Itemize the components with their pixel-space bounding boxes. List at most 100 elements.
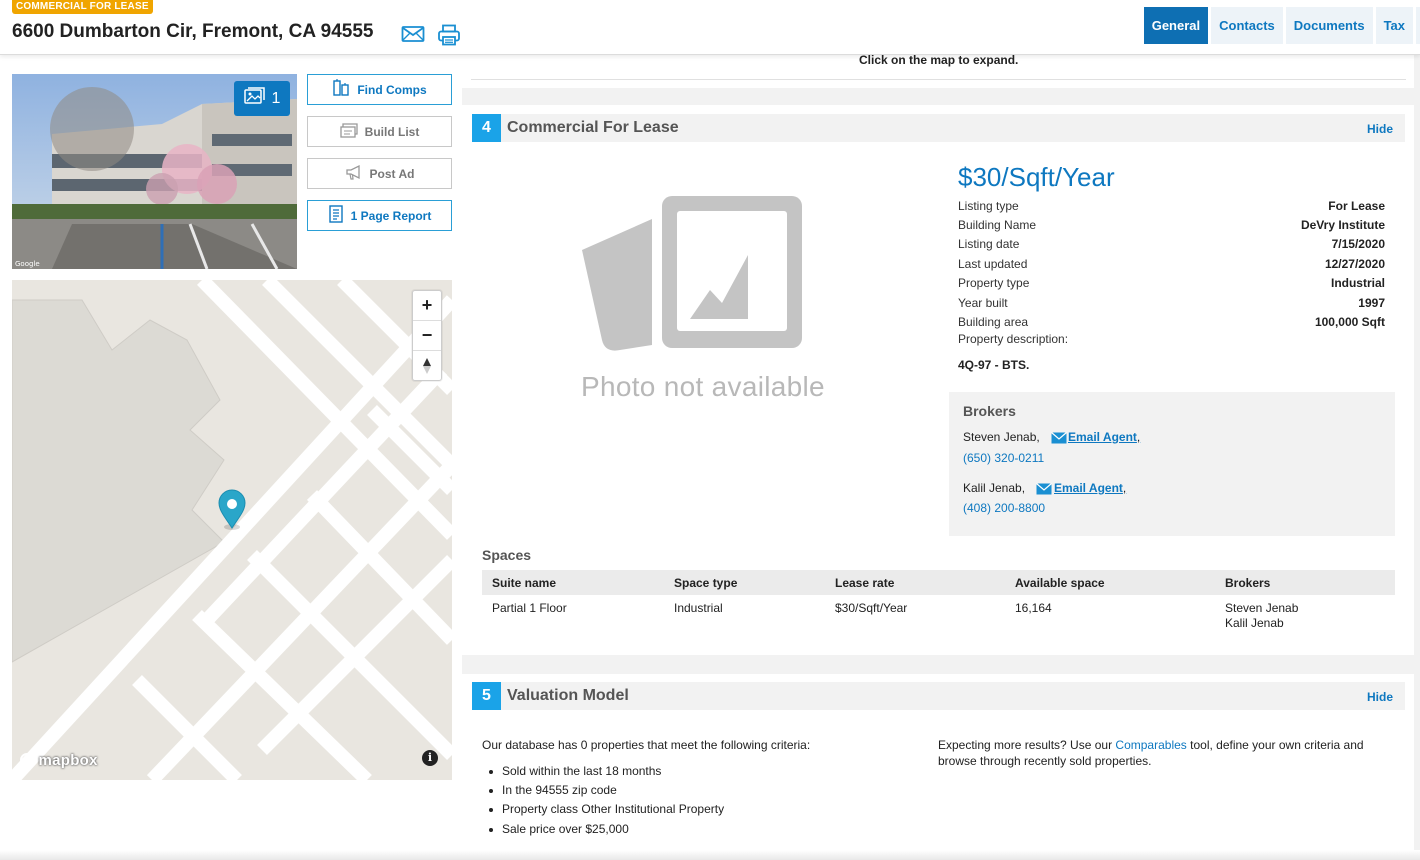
detail-label: Listing date bbox=[958, 237, 1020, 251]
note-text: Expecting more results? Use our bbox=[938, 738, 1116, 752]
email-agent-link[interactable]: Email Agent, bbox=[1068, 430, 1140, 444]
section-tabs: General Contacts Documents Tax bbox=[1141, 7, 1420, 44]
document-icon bbox=[328, 205, 344, 226]
cell-broker-name: Kalil Jenab bbox=[1225, 616, 1284, 630]
tab-documents[interactable]: Documents bbox=[1285, 7, 1373, 44]
photo-gallery-badge[interactable]: 1 bbox=[234, 81, 290, 116]
compass-icon[interactable] bbox=[413, 351, 441, 381]
detail-row-listing-date: Listing date 7/15/2020 bbox=[958, 237, 1385, 251]
column-header: Lease rate bbox=[835, 576, 895, 590]
mapbox-label: mapbox bbox=[38, 752, 98, 769]
property-map[interactable] bbox=[12, 280, 452, 780]
column-header: Brokers bbox=[1225, 576, 1271, 590]
email-icon bbox=[1051, 431, 1067, 449]
section-number: 4 bbox=[472, 114, 501, 142]
find-comps-label: Find Comps bbox=[357, 82, 427, 97]
detail-value: 100,000 Sqft bbox=[1314, 315, 1385, 329]
brokers-title: Brokers bbox=[963, 403, 1016, 419]
build-list-label: Build List bbox=[364, 124, 420, 139]
detail-label: Building area bbox=[958, 315, 1029, 329]
list-item: Property class Other Institutional Prope… bbox=[488, 802, 725, 816]
map-expand-note: Click on the map to expand. bbox=[859, 53, 1019, 67]
comparables-link[interactable]: Comparables bbox=[1115, 738, 1186, 752]
cell-space-type: Industrial bbox=[674, 601, 723, 615]
cell-broker-name: Steven Jenab bbox=[1225, 601, 1299, 615]
mapbox-logo-icon bbox=[20, 752, 38, 769]
printer-icon[interactable] bbox=[437, 24, 461, 51]
detail-row-last-updated: Last updated 12/27/2020 bbox=[958, 257, 1385, 271]
email-agent-separator: , bbox=[1136, 430, 1141, 444]
photo-placeholder-icon bbox=[580, 195, 805, 360]
post-ad-label: Post Ad bbox=[369, 166, 415, 181]
list-item: In the 94555 zip code bbox=[489, 783, 617, 797]
tab-overflow-edge bbox=[1416, 7, 1420, 44]
email-agent-label: Email Agent bbox=[1068, 430, 1137, 444]
cell-suite: Partial 1 Floor bbox=[492, 601, 567, 615]
map-info-icon[interactable]: i bbox=[422, 750, 438, 766]
post-ad-button[interactable]: Post Ad bbox=[307, 158, 452, 189]
comps-icon bbox=[332, 79, 350, 100]
column-header: Space type bbox=[674, 576, 738, 590]
tab-contacts[interactable]: Contacts bbox=[1211, 7, 1283, 44]
mapbox-attribution[interactable]: mapbox bbox=[20, 752, 98, 769]
bottom-shadow bbox=[0, 850, 1420, 860]
list-item: Sold within the last 18 months bbox=[488, 764, 662, 778]
detail-row-listing-type: Listing type For Lease bbox=[958, 199, 1385, 213]
detail-label: Listing type bbox=[958, 199, 1019, 213]
detail-label: Property description: bbox=[958, 332, 1069, 346]
cell-available-space: 16,164 bbox=[1015, 601, 1052, 615]
email-agent-link[interactable]: Email Agent, bbox=[1054, 481, 1126, 495]
detail-label: Building Name bbox=[958, 218, 1037, 232]
valuation-note: Expecting more results? Use our Comparab… bbox=[938, 737, 1388, 769]
email-agent-separator: , bbox=[1122, 481, 1127, 495]
detail-value: DeVry Institute bbox=[1300, 218, 1385, 232]
list-item: Sale price over $25,000 bbox=[489, 822, 629, 836]
detail-row-property-type: Property type Industrial bbox=[958, 276, 1385, 290]
gallery-icon bbox=[243, 87, 266, 110]
tab-tax[interactable]: Tax bbox=[1375, 7, 1413, 44]
valuation-intro: Our database has 0 properties that meet … bbox=[482, 738, 811, 752]
broker-name: Steven Jenab, bbox=[963, 430, 1040, 444]
detail-value: Industrial bbox=[1330, 276, 1385, 290]
zoom-in-button[interactable]: + bbox=[413, 291, 441, 321]
map-controls: + − bbox=[412, 290, 442, 381]
photo-count: 1 bbox=[271, 89, 281, 107]
detail-label: Last updated bbox=[958, 257, 1028, 271]
list-icon bbox=[340, 122, 358, 141]
detail-row-building-name: Building Name DeVry Institute bbox=[958, 218, 1385, 232]
detail-value: 12/27/2020 bbox=[1324, 257, 1385, 271]
lease-price: $30/Sqft/Year bbox=[958, 162, 1115, 192]
property-address: 6600 Dumbarton Cir, Fremont, CA 94555 bbox=[12, 21, 374, 42]
megaphone-icon bbox=[345, 164, 363, 183]
envelope-icon[interactable] bbox=[401, 24, 425, 49]
detail-label: Property type bbox=[958, 276, 1030, 290]
hide-valuation-link[interactable]: Hide bbox=[1367, 690, 1393, 704]
spaces-title: Spaces bbox=[482, 547, 532, 563]
detail-row-description-label: Property description: bbox=[958, 332, 1385, 346]
email-icon bbox=[1036, 482, 1052, 500]
detail-row-building-area: Building area 100,000 Sqft bbox=[958, 315, 1385, 329]
broker-phone-link[interactable]: (408) 200-8800 bbox=[963, 501, 1045, 515]
detail-value: 1997 bbox=[1358, 296, 1385, 310]
section-title: Commercial For Lease bbox=[507, 119, 679, 136]
page-report-label: 1 Page Report bbox=[350, 208, 432, 223]
detail-row-year-built: Year built 1997 bbox=[958, 296, 1385, 310]
section-number: 5 bbox=[472, 682, 501, 710]
page-header: COMMERCIAL FOR LEASE 6600 Dumbarton Cir,… bbox=[0, 0, 1420, 55]
email-agent-label: Email Agent bbox=[1054, 481, 1123, 495]
cell-lease-rate: $30/Sqft/Year bbox=[835, 601, 908, 615]
photo-not-available-text: Photo not available bbox=[581, 371, 825, 402]
column-header: Available space bbox=[1015, 576, 1105, 590]
find-comps-button[interactable]: Find Comps bbox=[307, 74, 452, 105]
property-description: 4Q-97 - BTS. bbox=[958, 358, 1030, 372]
detail-label: Year built bbox=[958, 296, 1008, 310]
broker-phone-link[interactable]: (650) 320-0211 bbox=[963, 451, 1044, 465]
tab-general[interactable]: General bbox=[1143, 7, 1209, 44]
build-list-button[interactable]: Build List bbox=[307, 116, 452, 147]
hide-lease-link[interactable]: Hide bbox=[1367, 122, 1393, 136]
listing-type-badge: COMMERCIAL FOR LEASE bbox=[12, 0, 153, 14]
page-report-button[interactable]: 1 Page Report bbox=[307, 200, 452, 231]
broker-name: Kalil Jenab, bbox=[963, 481, 1026, 495]
zoom-out-button[interactable]: − bbox=[413, 321, 441, 351]
photo-provider-mark: Google bbox=[15, 260, 40, 268]
